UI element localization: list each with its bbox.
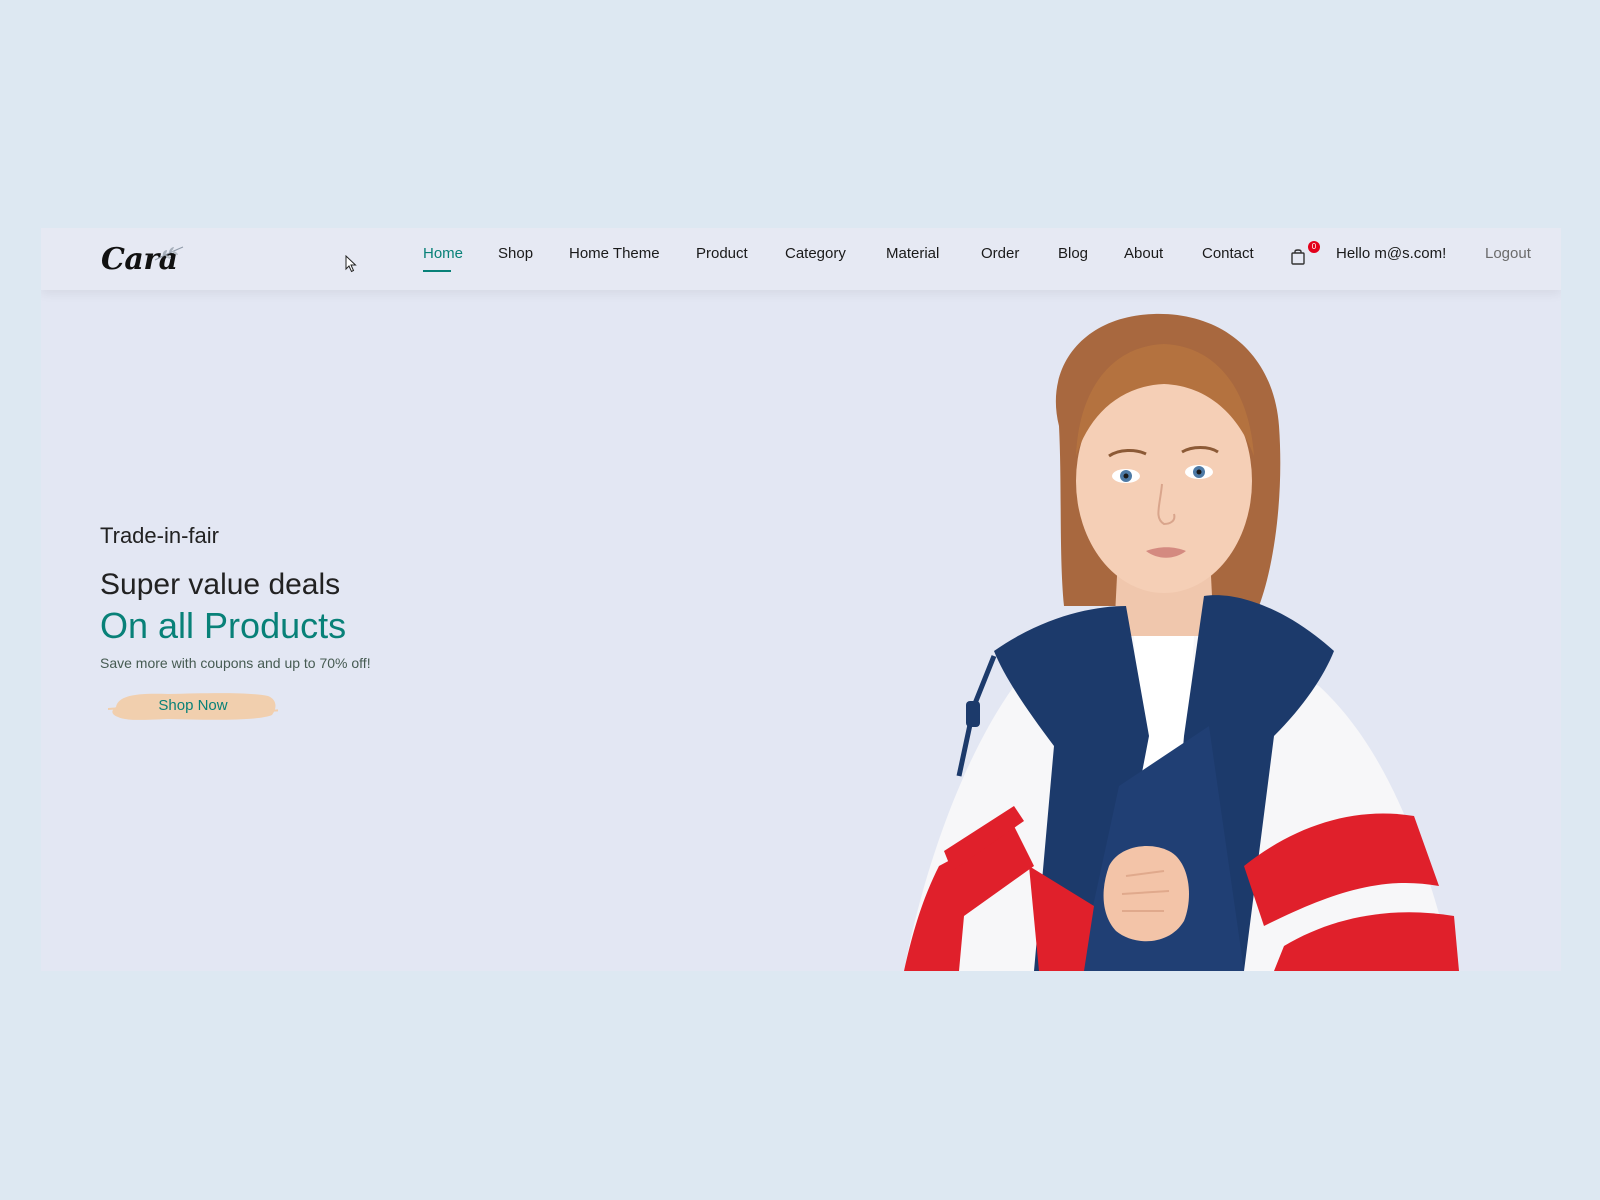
logout-link[interactable]: Logout [1485,242,1531,266]
brand-logo[interactable]: Cara [101,234,184,284]
nav-order[interactable]: Order [981,242,1019,266]
hero-tagline: Save more with coupons and up to 70% off… [100,655,371,671]
header: Cara Home Shop Home Theme Product Catego… [41,228,1561,290]
shop-now-button[interactable]: Shop Now [108,687,278,725]
nav-home-theme[interactable]: Home Theme [569,242,660,266]
hero-subheadline: On all Products [100,605,347,646]
nav-blog[interactable]: Blog [1058,242,1088,266]
hero-eyebrow: Trade-in-fair [100,523,219,548]
nav-material[interactable]: Material [886,242,939,266]
mouse-cursor-icon [345,255,357,273]
cart-button[interactable]: 0 [1290,241,1320,267]
user-greeting: Hello m@s.com! [1336,245,1447,262]
nav-home[interactable]: Home [423,242,463,272]
shopping-bag-icon [1291,249,1305,265]
cart-count-badge: 0 [1308,241,1320,253]
hero-model-image [904,313,1459,971]
nav-contact[interactable]: Contact [1202,242,1254,266]
nav-product[interactable]: Product [696,242,748,266]
nav-shop[interactable]: Shop [498,242,533,266]
nav-about[interactable]: About [1124,242,1163,266]
page-frame: Cara Home Shop Home Theme Product Catego… [41,228,1561,971]
leaf-icon [154,246,184,261]
hero-headline: Super value deals [100,568,341,601]
nav-category[interactable]: Category [785,242,846,266]
hero-content: Trade-in-fair Super value deals On all P… [100,521,520,725]
shop-now-label: Shop Now [158,697,228,714]
